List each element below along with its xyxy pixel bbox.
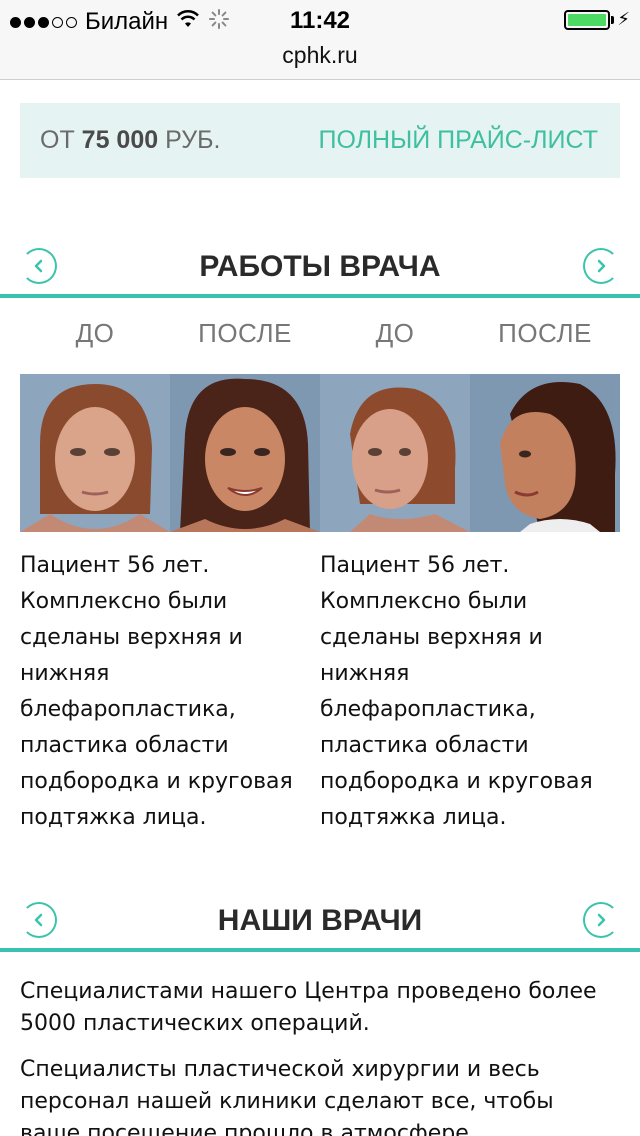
- status-bar: Билайн 11:42 ⚡: [0, 0, 640, 40]
- doctors-section-header: НАШИ ВРАЧИ: [0, 892, 640, 952]
- label-before: ДО: [375, 318, 415, 348]
- works-next-button[interactable]: [583, 248, 619, 284]
- works-title: РАБОТЫ ВРАЧА: [199, 250, 441, 283]
- section-divider: [0, 948, 640, 952]
- before-after-labels: ДО ПОСЛЕ ДО ПОСЛЕ: [20, 318, 620, 349]
- before-after-photos: [20, 374, 620, 532]
- doctors-paragraph: Специалисты пластической хирургии и весь…: [20, 1057, 554, 1136]
- price-amount: 75 000: [81, 126, 159, 154]
- photo-after-front[interactable]: [170, 374, 320, 532]
- url-text: cphk.ru: [282, 42, 358, 68]
- full-price-list-link[interactable]: ПОЛНЫЙ ПРАЙС-ЛИСТ: [318, 126, 598, 155]
- doctors-paragraph: Специалистами нашего Центра проведено бо…: [20, 979, 597, 1036]
- works-section-header: РАБОТЫ ВРАЧА: [0, 238, 640, 298]
- price-prefix: ОТ: [40, 126, 75, 154]
- label-after: ПОСЛЕ: [198, 318, 292, 348]
- address-bar[interactable]: cphk.ru: [0, 40, 640, 80]
- section-divider: [0, 294, 640, 298]
- price-from: ОТ 75 000 РУБ.: [40, 126, 220, 155]
- price-banner: ОТ 75 000 РУБ. ПОЛНЫЙ ПРАЙС-ЛИСТ: [20, 103, 620, 178]
- clock-time: 11:42: [289, 7, 351, 34]
- label-after: ПОСЛЕ: [498, 318, 592, 348]
- arrow-right-icon: [597, 913, 606, 927]
- charging-bolt-icon: ⚡: [617, 9, 630, 30]
- arrow-right-icon: [597, 259, 606, 273]
- case-description: Пациент 56 лет. Комплексно были сделаны …: [20, 553, 293, 830]
- doctors-title: НАШИ ВРАЧИ: [217, 904, 423, 937]
- photo-before-front[interactable]: [20, 374, 170, 532]
- label-before: ДО: [75, 318, 115, 348]
- doctors-next-button[interactable]: [583, 902, 619, 938]
- price-currency: РУБ.: [165, 126, 221, 154]
- photo-before-side[interactable]: [320, 374, 470, 532]
- battery-icon: [564, 10, 610, 30]
- case-description: Пациент 56 лет. Комплексно были сделаны …: [320, 553, 593, 830]
- photo-after-side[interactable]: [470, 374, 620, 532]
